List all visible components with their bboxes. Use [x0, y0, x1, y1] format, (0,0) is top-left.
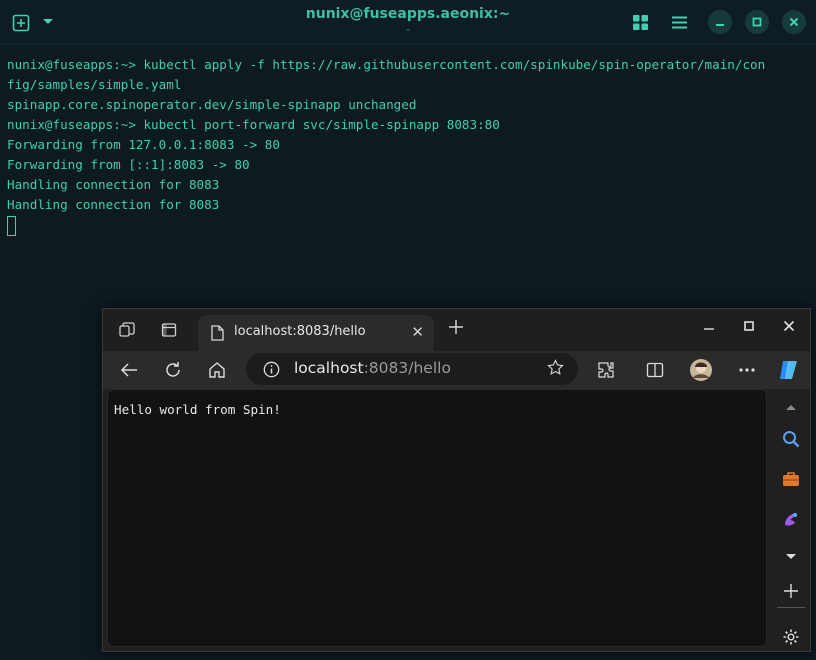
minimize-icon[interactable] — [703, 320, 715, 336]
terminal-line: spinapp.core.spinoperator.dev/simple-spi… — [7, 97, 417, 112]
terminal-cursor — [7, 216, 16, 236]
scroll-up-icon[interactable] — [779, 395, 803, 419]
browser-toolbar: localhost:8083/hello — [103, 351, 810, 389]
terminal-titlebar: nunix@fuseapps.aeonix:~ ⌄ — [0, 0, 816, 45]
new-tab-icon[interactable] — [448, 318, 464, 338]
terminal-line: fig/samples/simple.yaml — [7, 77, 182, 92]
title-chevron-icon: ⌄ — [404, 24, 412, 34]
info-icon[interactable] — [258, 356, 284, 382]
terminal-line: Forwarding from 127.0.0.1:8083 -> 80 — [7, 137, 280, 152]
profile-avatar[interactable] — [688, 357, 714, 383]
window-title: nunix@fuseapps.aeonix:~ — [305, 6, 511, 22]
browser-sidebar — [771, 389, 811, 651]
copilot-icon[interactable] — [776, 357, 802, 383]
workspaces-icon[interactable] — [118, 321, 136, 339]
document-icon — [208, 324, 226, 342]
url-text: localhost:8083/hello — [294, 359, 451, 377]
refresh-icon[interactable] — [160, 357, 186, 383]
designer-icon[interactable] — [779, 507, 803, 531]
tools-briefcase-icon[interactable] — [779, 467, 803, 491]
split-screen-icon[interactable] — [642, 357, 668, 383]
gear-icon[interactable] — [779, 625, 803, 649]
grid-view-icon[interactable] — [632, 14, 648, 30]
favorite-star-icon[interactable] — [547, 359, 564, 380]
close-icon[interactable] — [782, 10, 806, 34]
tab-localhost[interactable]: localhost:8083/hello ✕ — [198, 315, 434, 351]
browser-window: localhost:8083/hello ✕ localhost:8083/he… — [102, 308, 811, 652]
extensions-icon[interactable] — [593, 357, 619, 383]
tab-title: localhost:8083/hello — [234, 324, 366, 339]
terminal-line: Handling connection for 8083 — [7, 197, 220, 212]
tab-bar: localhost:8083/hello ✕ — [103, 309, 810, 351]
tab-actions-icon[interactable] — [160, 321, 178, 339]
back-arrow-icon[interactable] — [116, 357, 142, 383]
url-path: :8083/hello — [363, 359, 451, 377]
terminal-line: nunix@fuseapps:~> kubectl apply -f https… — [7, 57, 766, 72]
add-icon[interactable] — [779, 579, 803, 603]
search-icon[interactable] — [779, 427, 803, 451]
address-bar[interactable]: localhost:8083/hello — [246, 353, 578, 385]
home-icon[interactable] — [204, 357, 230, 383]
menu-icon[interactable] — [671, 14, 687, 30]
minimize-icon[interactable] — [708, 10, 732, 34]
url-host: localhost — [294, 359, 364, 377]
close-icon[interactable] — [783, 320, 795, 336]
page-body-text: Hello world from Spin! — [114, 402, 281, 417]
more-options-icon[interactable] — [734, 357, 760, 383]
sidebar-divider — [777, 607, 805, 608]
close-tab-icon[interactable]: ✕ — [411, 323, 424, 341]
terminal-line: Forwarding from [::1]:8083 -> 80 — [7, 157, 250, 172]
terminal-line: Handling connection for 8083 — [7, 177, 220, 192]
chevron-down-icon[interactable] — [779, 545, 803, 569]
page-content[interactable]: Hello world from Spin! — [107, 389, 767, 647]
maximize-icon[interactable] — [745, 10, 769, 34]
terminal-line: nunix@fuseapps:~> kubectl port-forward s… — [7, 117, 500, 132]
maximize-icon[interactable] — [743, 320, 755, 336]
terminal-output[interactable]: nunix@fuseapps:~> kubectl apply -f https… — [7, 55, 812, 236]
